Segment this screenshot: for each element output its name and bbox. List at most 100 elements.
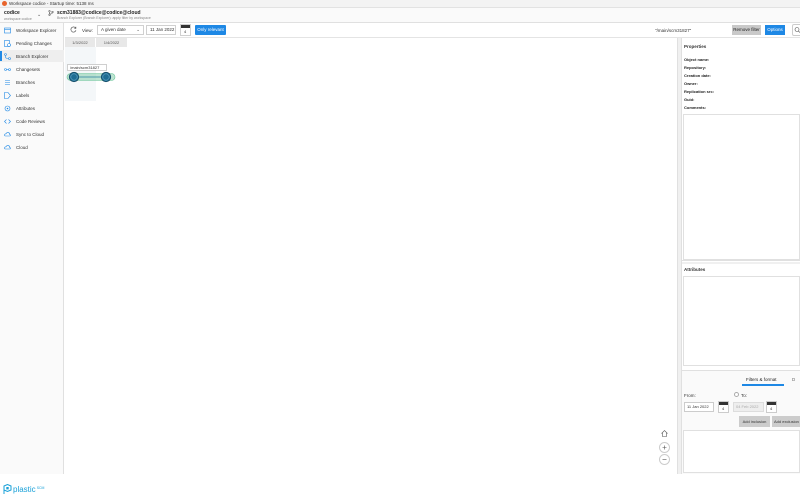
code-reviews-icon — [4, 118, 11, 124]
sidebar-item-pending-changes[interactable]: Pending Changes — [0, 37, 64, 49]
plastic-app-icon — [2, 1, 7, 6]
from-calendar-button[interactable]: 4 — [718, 401, 729, 413]
sidebar-item-attributes[interactable]: Attributes — [0, 102, 64, 114]
chevron-down-icon: ⌄ — [37, 12, 42, 18]
logo-subtext: SCM — [36, 485, 45, 490]
logo-text: plastic — [13, 484, 36, 494]
chevron-down-icon: ⌄ — [136, 27, 140, 32]
only-relevant-button[interactable]: Only relevant — [195, 25, 226, 35]
branch-explorer-toolbar: View: A given date ⌄ 11 Jan 2022 4 Only … — [65, 23, 800, 38]
comments-box[interactable] — [683, 114, 800, 260]
sidebar-item-code-reviews[interactable]: Code Reviews — [0, 115, 64, 127]
window-title: Workspace codice - Startup time: 5138 ms — [9, 1, 94, 6]
date-input[interactable]: 11 Jan 2022 — [146, 25, 176, 35]
sidebar-item-label: Pending Changes — [16, 40, 52, 46]
options-button[interactable]: Options — [765, 25, 785, 35]
sidebar-item-label: Changesets — [16, 66, 41, 72]
sidebar-item-label: Branch Explorer — [16, 53, 49, 59]
workspace-name: codice — [4, 10, 20, 16]
view-select-value: A given date — [101, 27, 126, 32]
branch-explorer-icon — [4, 52, 11, 60]
sidebar-item-label: Attributes — [16, 105, 36, 111]
changesets-icon — [4, 67, 11, 71]
pending-changes-icon — [4, 39, 11, 47]
repository-subtitle: Branch Explorer (Branch Explorer): apply… — [57, 16, 151, 20]
home-icon — [661, 430, 668, 437]
view-label: View: — [82, 28, 93, 33]
refresh-icon[interactable] — [70, 26, 77, 33]
to-date-input[interactable]: 04 Feb 2022 — [733, 402, 764, 412]
sidebar-item-label: Workspace Explorer — [16, 27, 57, 33]
view-select[interactable]: A given date ⌄ — [97, 25, 144, 35]
property-label: Guid: — [684, 97, 695, 102]
branch-icon — [48, 10, 54, 16]
property-label: Object name: — [684, 57, 710, 62]
zoom-in-icon — [662, 445, 667, 450]
branch-explorer-graph[interactable]: 1/3/2022 1/4/2022 /main/scm31827 — [65, 38, 677, 474]
remove-filter-button[interactable]: Remove filter — [732, 25, 761, 35]
workspace-explorer-icon — [4, 27, 11, 33]
workspace-selector[interactable]: codice workspace:codice ⌄ — [3, 9, 43, 22]
property-label: Creation date: — [684, 73, 711, 78]
sidebar: Workspace Explorer Pending Changes Branc… — [0, 23, 64, 494]
plastic-scm-logo: plastic SCM — [3, 483, 44, 495]
header-bar: codice workspace:codice ⌄ scm31883@codic… — [0, 8, 800, 23]
search-icon — [794, 27, 800, 33]
zoom-out-button[interactable] — [659, 454, 670, 465]
properties-panel: Properties Object name: Repository: Crea… — [682, 38, 800, 261]
plastic-logo-icon — [3, 483, 12, 494]
tab-display[interactable]: D — [792, 377, 795, 382]
calendar-button[interactable]: 4 — [180, 24, 191, 36]
sidebar-item-cloud[interactable]: Cloud — [0, 141, 64, 153]
sidebar-item-changesets[interactable]: Changesets — [0, 63, 64, 75]
window-titlebar: Workspace codice - Startup time: 5138 ms — [0, 0, 800, 8]
date-column-header: 1/3/2022 — [65, 38, 96, 47]
attributes-header-bar — [682, 262, 800, 264]
branch-graph — [66, 71, 116, 83]
sidebar-item-label: Labels — [16, 92, 30, 98]
sidebar-item-label: Sync to Cloud — [16, 131, 45, 137]
property-label: Comments: — [684, 105, 707, 110]
sidebar-item-branches[interactable]: Branches — [0, 76, 64, 88]
from-date-input[interactable]: 11 Jan 2022 — [684, 402, 714, 412]
to-radio[interactable] — [734, 392, 739, 397]
labels-icon — [4, 91, 11, 99]
calendar-icon-day: 4 — [722, 406, 725, 411]
calendar-icon-day: 4 — [770, 406, 773, 411]
sidebar-item-labels[interactable]: Labels — [0, 89, 64, 101]
attributes-list[interactable] — [683, 276, 800, 366]
branches-icon — [5, 79, 10, 85]
property-label: Repository: — [684, 65, 707, 70]
filter-rules-list[interactable] — [683, 430, 800, 473]
current-branch-filter: "/main/scm31827" — [655, 28, 692, 33]
property-label: Replication src: — [684, 89, 715, 94]
home-button[interactable] — [659, 429, 670, 440]
date-column-header: 1/4/2022 — [96, 38, 128, 47]
workspace-subtitle: workspace:codice — [4, 16, 32, 21]
repository-name: scm31883@codice@codice@cloud — [57, 9, 141, 16]
from-label: From: — [684, 393, 696, 398]
sidebar-item-branch-explorer[interactable]: Branch Explorer — [0, 50, 64, 62]
sidebar-item-label: Code Reviews — [16, 118, 46, 124]
add-inclusion-button[interactable]: Add inclusion — [739, 416, 770, 427]
to-calendar-button[interactable]: 4 — [766, 401, 777, 413]
filters-panel: Filters & format D From: To: 11 Jan 2022… — [682, 370, 800, 474]
search-button[interactable] — [792, 24, 800, 36]
zoom-out-icon — [662, 459, 667, 460]
to-label: To: — [741, 393, 748, 398]
add-exclusion-button[interactable]: Add exclusion — [772, 416, 800, 427]
attributes-panel: Attributes — [682, 262, 800, 369]
sync-to-cloud-icon — [4, 131, 11, 136]
zoom-in-button[interactable] — [659, 442, 670, 453]
active-tab-indicator — [742, 384, 784, 386]
cloud-icon — [4, 144, 11, 149]
sidebar-item-sync-to-cloud[interactable]: Sync to Cloud — [0, 128, 64, 140]
attributes-icon — [4, 105, 11, 111]
property-label: Owner: — [684, 81, 698, 86]
sidebar-item-workspace-explorer[interactable]: Workspace Explorer — [0, 24, 64, 36]
sidebar-item-label: Cloud — [16, 144, 28, 150]
properties-title: Properties — [684, 44, 707, 49]
tab-filters-format[interactable]: Filters & format — [746, 377, 777, 382]
sidebar-item-label: Branches — [16, 79, 36, 85]
calendar-icon-day: 4 — [184, 29, 187, 34]
